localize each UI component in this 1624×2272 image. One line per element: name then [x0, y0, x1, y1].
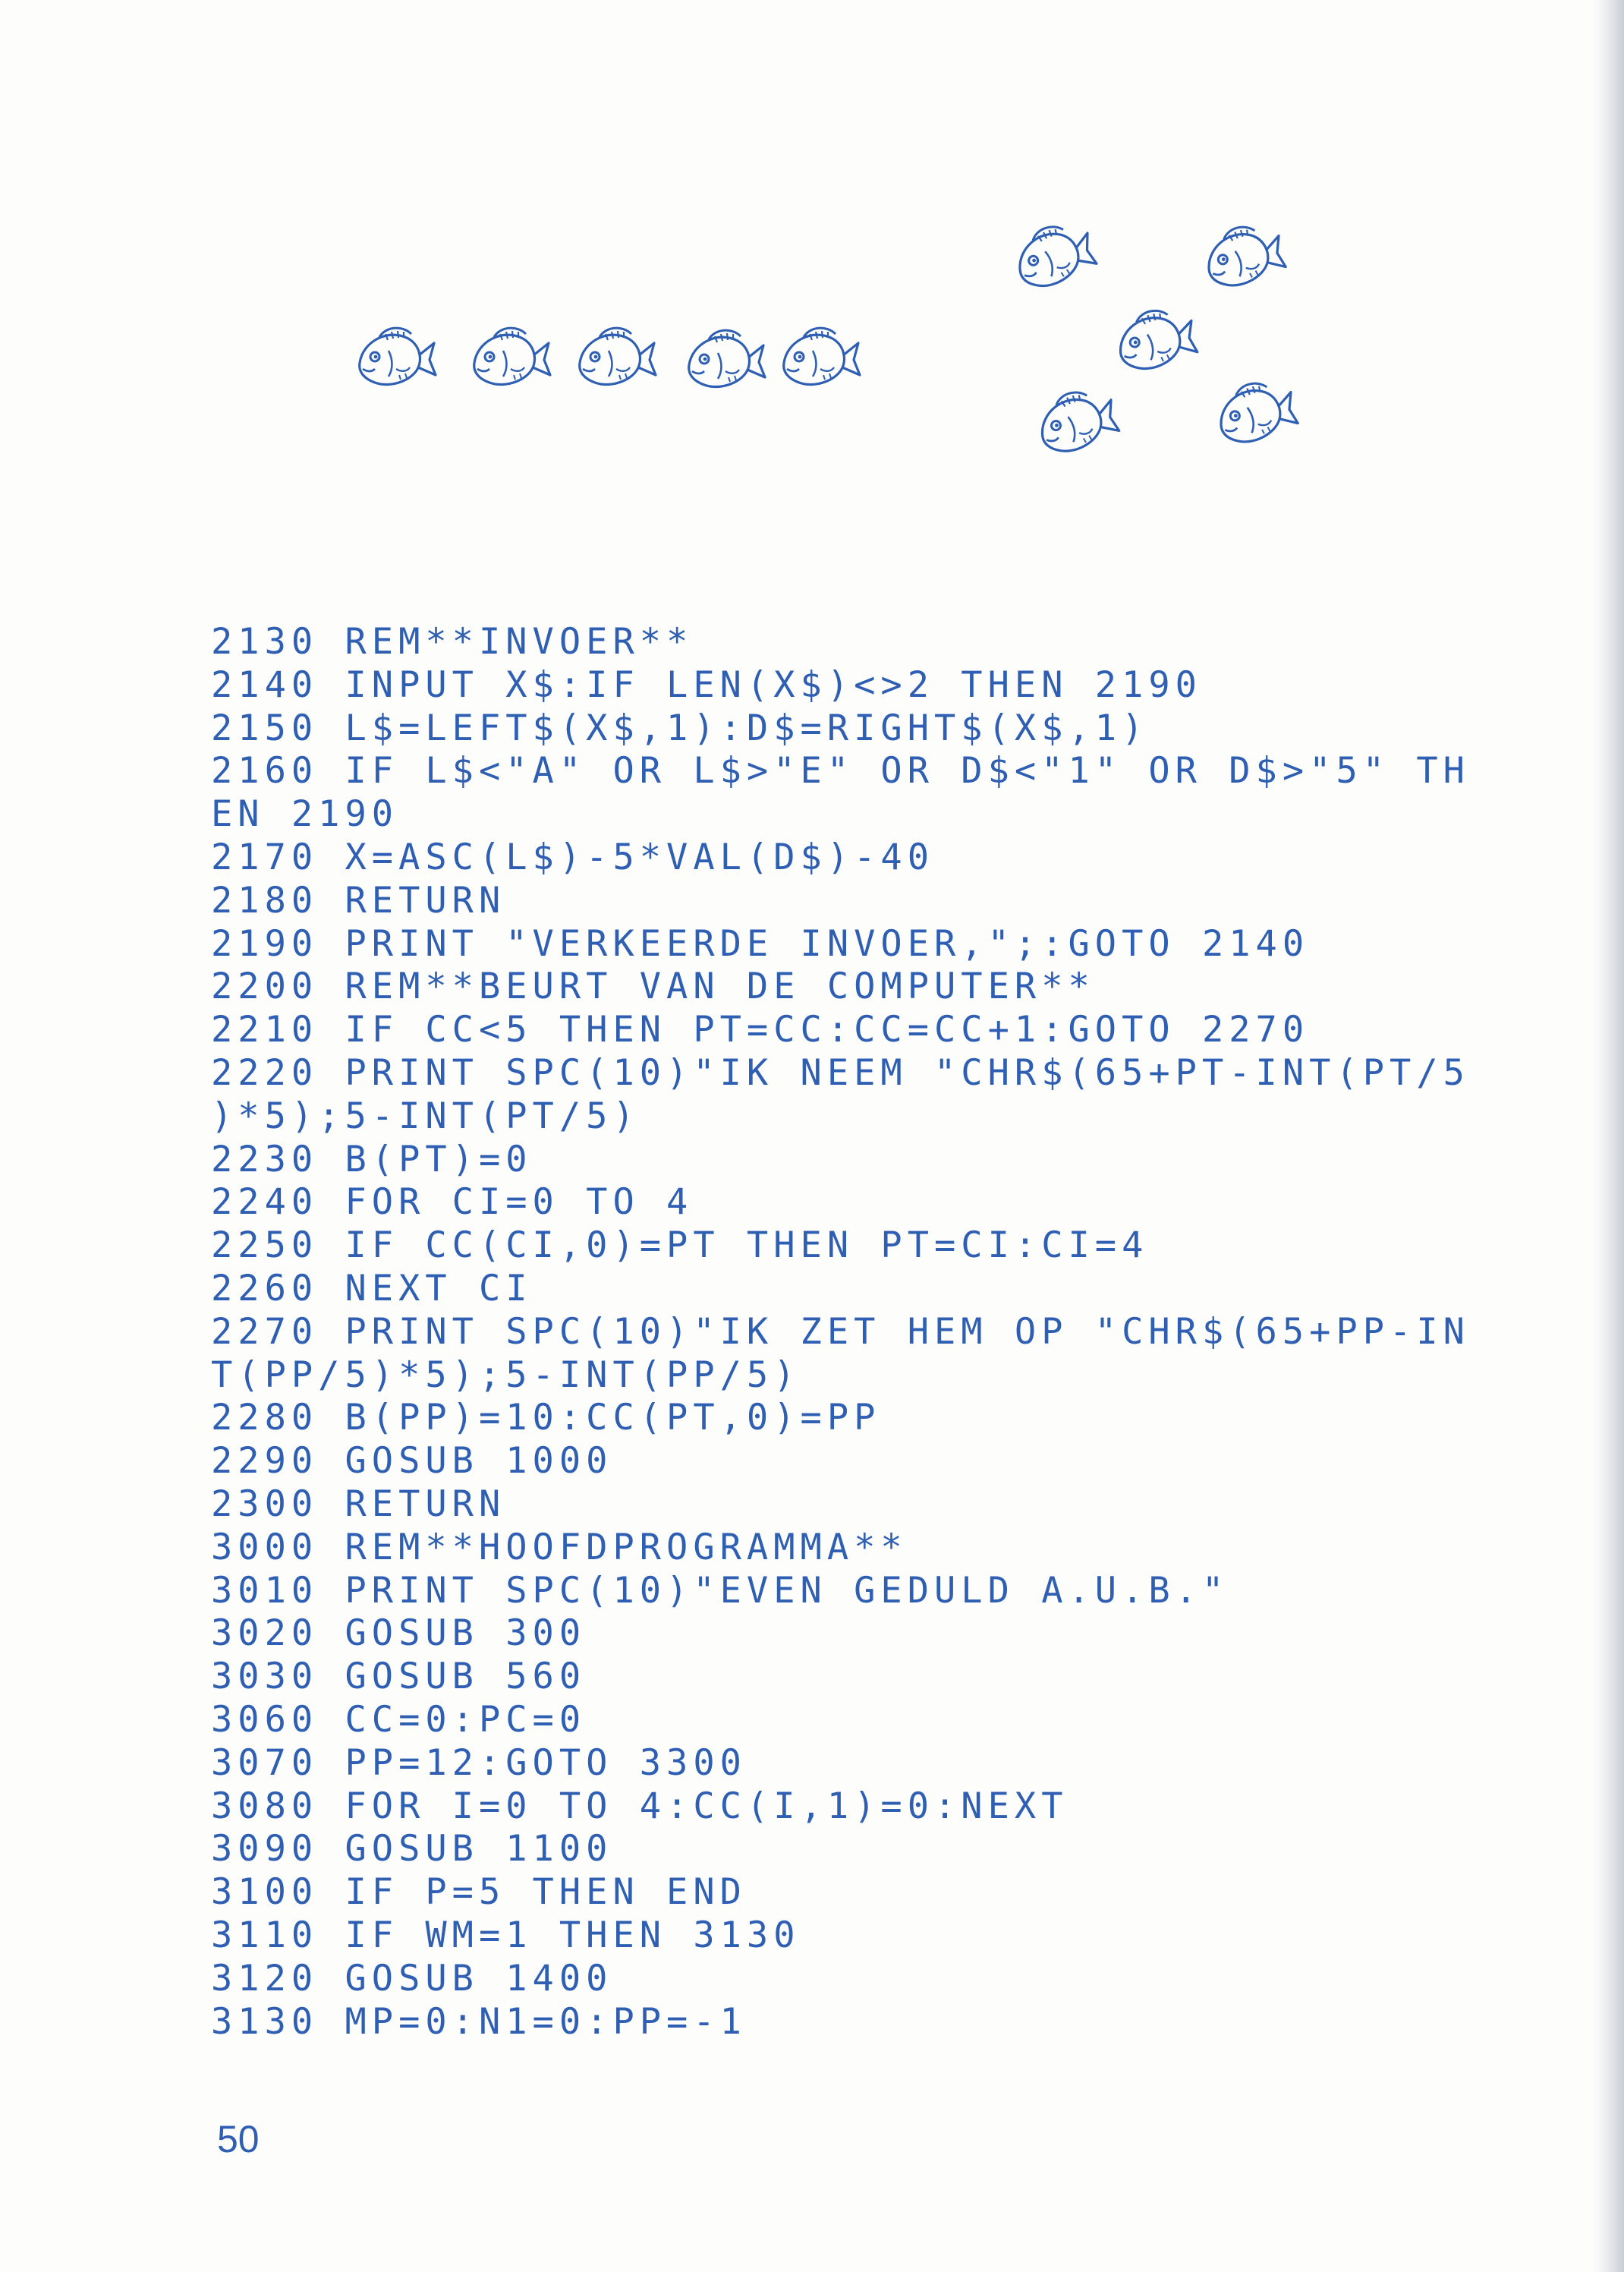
code-line: 2250 IF CC(CI,0)=PT THEN PT=CI:CI=4: [211, 1224, 1149, 1267]
code-line: 2130 REM**INVOER**: [211, 621, 694, 663]
page-number: 50: [217, 2118, 260, 2160]
code-line: 3130 MP=0:N1=0:PP=-1: [211, 2000, 747, 2043]
basic-program-listing: 2130 REM**INVOER** 2140 INPUT X$:IF LEN(X…: [211, 621, 1470, 2044]
code-line: 3000 REM**HOOFDPROGRAMMA**: [211, 1526, 908, 1568]
code-line: 2160 IF L$<"A" OR L$>"E" OR D$<"1" OR D$…: [211, 750, 1470, 793]
code-line: 3030 GOSUB 560: [211, 1656, 587, 1698]
fish-icon: [675, 321, 766, 397]
page-edge-shadow: [1594, 0, 1624, 2272]
code-line: 2150 L$=LEFT$(X$,1):D$=RIGHT$(X$,1): [211, 707, 1149, 749]
code-line: 3020 GOSUB 300: [211, 1612, 587, 1655]
code-line: 2170 X=ASC(L$)-5*VAL(D$)-40: [211, 836, 935, 878]
code-line: 2200 REM**BEURT VAN DE COMPUTER**: [211, 966, 1095, 1008]
code-line: 2280 B(PP)=10:CC(PT,0)=PP: [211, 1397, 881, 1439]
fish-icon: [1188, 211, 1291, 301]
fish-icon: [1101, 296, 1202, 384]
code-line: 2260 NEXT CI: [211, 1267, 533, 1309]
code-line: 3100 IF P=5 THEN END: [211, 1871, 747, 1914]
code-line: 3080 FOR I=0 TO 4:CC(I,1)=0:NEXT: [211, 1785, 1069, 1827]
fish-icon: [1200, 367, 1303, 458]
code-line: 3060 CC=0:PC=0: [211, 1698, 587, 1741]
code-line: EN 2190: [211, 793, 399, 836]
code-line: 2300 RETURN: [211, 1483, 506, 1525]
code-line: 2270 PRINT SPC(10)"IK ZET HEM OP "CHR$(6…: [211, 1310, 1470, 1353]
code-line: 2290 GOSUB 1000: [211, 1440, 613, 1483]
code-line: 3090 GOSUB 1100: [211, 1828, 613, 1870]
code-line: T(PP/5)*5);5-INT(PP/5): [211, 1353, 801, 1396]
fish-icon: [566, 319, 657, 395]
fish-icon: [770, 319, 861, 395]
code-line: 3110 IF WM=1 THEN 3130: [211, 1914, 801, 1956]
code-line: 2240 FOR CI=0 TO 4: [211, 1181, 694, 1224]
code-line: 2210 IF CC<5 THEN PT=CC:CC=CC+1:GOTO 227…: [211, 1009, 1310, 1051]
code-line: 2180 RETURN: [211, 879, 506, 922]
fish-icon: [1020, 376, 1125, 469]
code-line: 3120 GOSUB 1400: [211, 1957, 613, 1999]
code-line: 2140 INPUT X$:IF LEN(X$)<>2 THEN 2190: [211, 663, 1202, 706]
fish-icon: [346, 319, 437, 395]
code-line: 2230 B(PT)=0: [211, 1138, 533, 1180]
code-line: 3070 PP=12:GOTO 3300: [211, 1741, 747, 1784]
fish-icon: [461, 319, 552, 395]
code-line: 3010 PRINT SPC(10)"EVEN GEDULD A.U.B.": [211, 1569, 1229, 1612]
code-line: 2190 PRINT "VERKEERDE INVOER,";:GOTO 214…: [211, 922, 1310, 965]
fish-icon: [996, 209, 1103, 304]
code-line: )*5);5-INT(PT/5): [211, 1095, 640, 1137]
code-line: 2220 PRINT SPC(10)"IK NEEM "CHR$(65+PT-I…: [211, 1051, 1470, 1094]
